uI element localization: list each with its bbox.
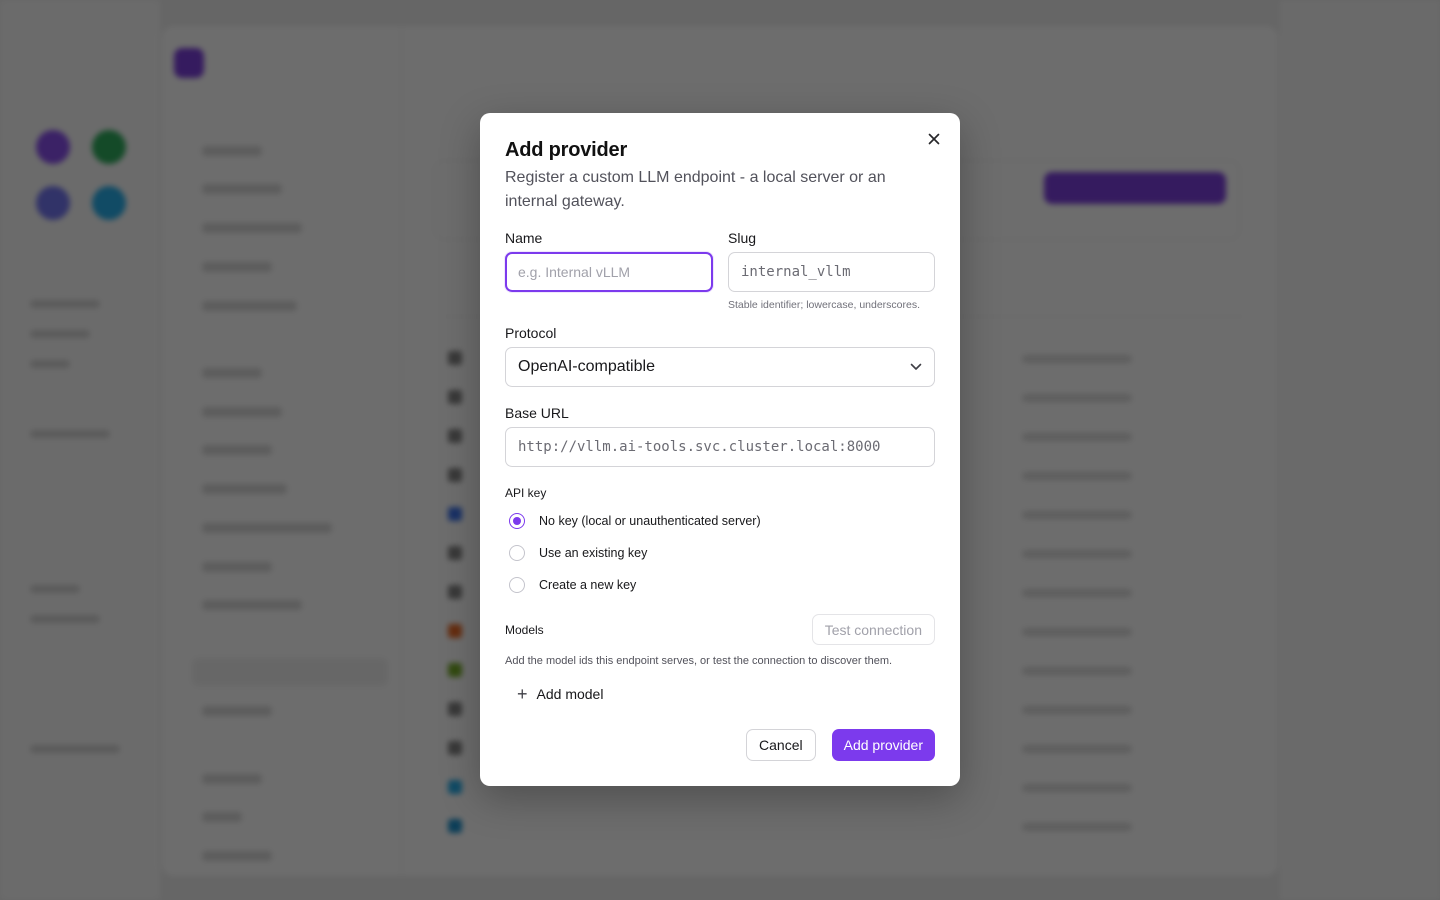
- chevron-down-icon: [910, 363, 922, 370]
- protocol-label: Protocol: [505, 325, 557, 341]
- add-model-button[interactable]: + Add model: [517, 684, 935, 704]
- api-key-group: API key No key (local or unauthenticated…: [505, 484, 935, 601]
- slug-hint: Stable identifier; lowercase, underscore…: [728, 299, 921, 311]
- base-url-placeholder: http://vllm.ai-tools.svc.cluster.local:8…: [518, 439, 881, 455]
- radio-unselected-icon[interactable]: [509, 577, 525, 593]
- radio-unselected-icon[interactable]: [509, 545, 525, 561]
- protocol-field-group: Protocol OpenAI-compatible: [505, 324, 935, 387]
- close-icon: [928, 133, 940, 145]
- api-key-option-existing[interactable]: Use an existing key: [505, 537, 935, 569]
- base-url-input[interactable]: http://vllm.ai-tools.svc.cluster.local:8…: [505, 427, 935, 467]
- test-connection-button[interactable]: Test connection: [811, 614, 935, 645]
- name-input-placeholder: e.g. Internal vLLM: [518, 264, 631, 280]
- protocol-select[interactable]: OpenAI-compatible: [505, 347, 935, 387]
- name-input[interactable]: e.g. Internal vLLM: [505, 252, 713, 292]
- dialog-subtitle: Register a custom LLM endpoint - a local…: [505, 169, 886, 210]
- name-field-group: Name e.g. Internal vLLM: [505, 229, 713, 312]
- models-description: Add the model ids this endpoint serves, …: [505, 655, 893, 667]
- api-key-option-new[interactable]: Create a new key: [505, 569, 935, 601]
- add-provider-dialog: Add provider Register a custom LLM endpo…: [480, 113, 960, 786]
- radio-selected-icon[interactable]: [509, 513, 525, 529]
- models-header: Models Test connection: [505, 614, 935, 645]
- api-key-option-label: Create a new key: [539, 578, 637, 592]
- name-label: Name: [505, 230, 543, 246]
- slug-field-group: Slug internal_vllm Stable identifier; lo…: [728, 229, 935, 312]
- plus-icon: +: [517, 684, 528, 704]
- api-key-label: API key: [505, 486, 547, 500]
- close-button[interactable]: [924, 129, 944, 149]
- dialog-footer: Cancel Add provider: [746, 729, 935, 761]
- slug-input[interactable]: internal_vllm: [728, 252, 935, 292]
- add-model-label: Add model: [536, 686, 604, 702]
- slug-input-placeholder: internal_vllm: [741, 264, 851, 280]
- models-label: Models: [505, 622, 544, 637]
- protocol-selected-value: OpenAI-compatible: [518, 358, 655, 375]
- base-url-field-group: Base URL http://vllm.ai-tools.svc.cluste…: [505, 404, 935, 467]
- api-key-option-label: Use an existing key: [539, 546, 648, 560]
- add-provider-button[interactable]: Add provider: [831, 729, 935, 761]
- base-url-label: Base URL: [505, 405, 569, 421]
- api-key-option-label: No key (local or unauthenticated server): [539, 514, 761, 528]
- dialog-title: Add provider: [505, 139, 628, 161]
- slug-label: Slug: [728, 230, 757, 246]
- api-key-option-none[interactable]: No key (local or unauthenticated server): [505, 505, 935, 537]
- cancel-button[interactable]: Cancel: [746, 729, 816, 761]
